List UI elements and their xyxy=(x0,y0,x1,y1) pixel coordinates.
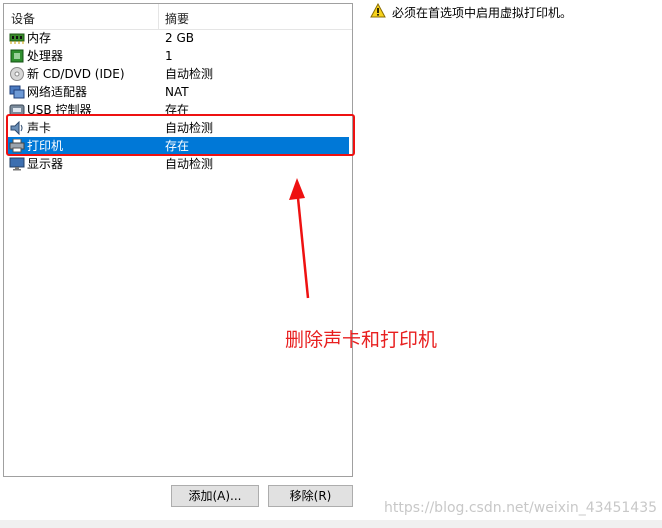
bottom-strip xyxy=(0,520,662,528)
annotation-text: 删除声卡和打印机 xyxy=(285,329,438,351)
watermark: https://blog.csdn.net/weixin_43451435 xyxy=(384,500,658,516)
annotation-arrow xyxy=(289,178,310,299)
